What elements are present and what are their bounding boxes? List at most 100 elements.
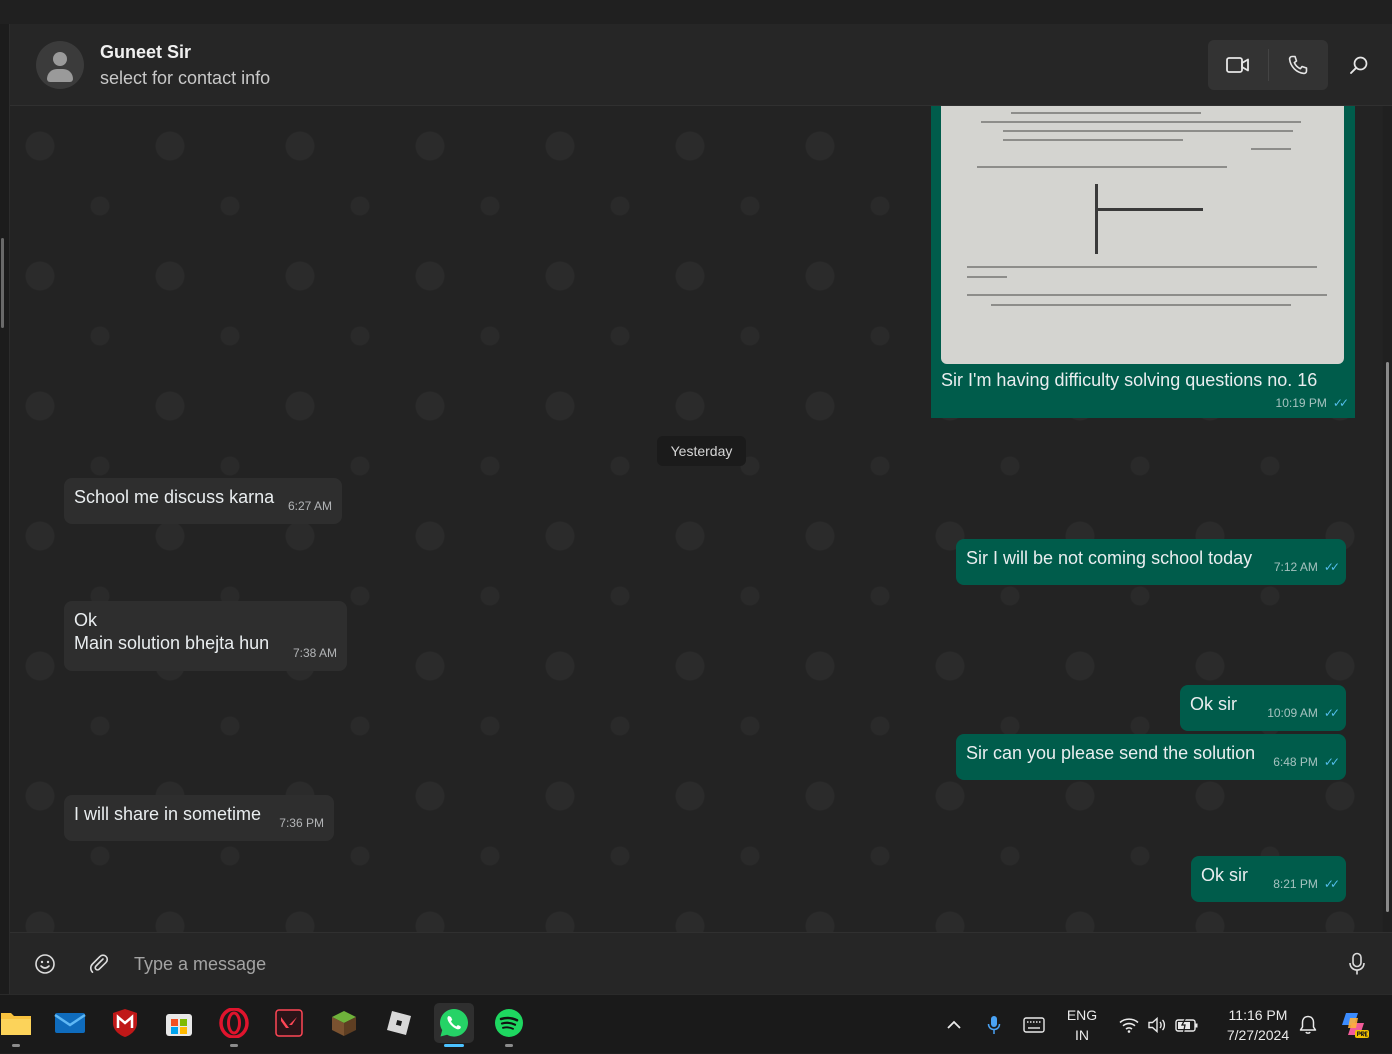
graph-axis-vertical — [1095, 184, 1098, 254]
taskbar-roblox[interactable] — [379, 1003, 419, 1043]
bell-icon — [1299, 1015, 1317, 1034]
wifi-icon — [1119, 1017, 1139, 1033]
contact-name[interactable]: Guneet Sir — [100, 42, 191, 63]
message-meta: 7:38 AM — [293, 642, 337, 665]
message-time: 7:38 AM — [292, 646, 337, 660]
message-bubble-outgoing[interactable]: Ok sir 10:09 AM ✓✓ — [1180, 685, 1346, 731]
message-bubble-outgoing[interactable]: Ok sir 8:21 PM ✓✓ — [1191, 856, 1346, 902]
voice-call-button[interactable] — [1268, 40, 1328, 90]
read-ticks-icon: ✓✓ — [1323, 877, 1340, 891]
message-time: 10:19 PM — [1275, 396, 1327, 410]
minecraft-block-icon — [332, 1011, 356, 1036]
message-list[interactable]: Sir I'm having difficulty solving questi… — [10, 106, 1382, 932]
battery-charging-icon — [1175, 1016, 1198, 1033]
message-meta: 7:12 AM ✓✓ — [1274, 556, 1340, 579]
graph-axis-horizontal — [1095, 208, 1203, 211]
message-meta: 7:36 PM — [279, 812, 324, 835]
message-meta: 10:19 PM ✓✓ — [1275, 396, 1350, 410]
copilot-icon — [1342, 1012, 1369, 1038]
emoji-icon — [35, 954, 55, 974]
message-composer — [10, 932, 1392, 994]
taskbar-file-explorer[interactable] — [0, 1003, 36, 1047]
message-meta: 6:48 PM ✓✓ — [1273, 751, 1340, 774]
message-time: 10:09 AM — [1267, 706, 1318, 720]
app-running-indicator — [505, 1044, 513, 1047]
taskbar-clock[interactable]: 11:16 PM 7/27/2024 — [1210, 1005, 1306, 1045]
chat-header[interactable]: Guneet Sir select for contact info — [10, 24, 1392, 106]
copilot-button[interactable] — [1336, 995, 1372, 1054]
emoji-button[interactable] — [32, 951, 58, 977]
microphone-tray-icon — [987, 1015, 1001, 1034]
message-input[interactable] — [134, 947, 1314, 981]
taskbar-spotify[interactable] — [489, 1003, 529, 1047]
left-scroll-thumb[interactable] — [1, 238, 4, 328]
volume-icon — [1148, 1016, 1166, 1033]
message-bubble-outgoing[interactable]: Sir can you please send the solution 6:4… — [956, 734, 1346, 780]
windows-taskbar: ENG IN 11:16 PM 7/27/2024 — [0, 994, 1392, 1053]
image-message-bubble[interactable]: Sir I'm having difficulty solving questi… — [931, 106, 1355, 418]
show-hidden-icons-button[interactable] — [942, 995, 966, 1054]
video-call-button[interactable] — [1208, 40, 1268, 90]
mcafee-shield-icon — [113, 1009, 137, 1037]
valorant-icon — [275, 1009, 303, 1037]
message-bubble-outgoing[interactable]: Sir I will be not coming school today 7:… — [956, 539, 1346, 585]
spotify-icon — [495, 1009, 523, 1037]
notifications-button[interactable] — [1296, 995, 1320, 1054]
message-bubble-incoming[interactable]: Ok Main solution bhejta hun 7:38 AM — [64, 601, 347, 671]
contact-info-hint[interactable]: select for contact info — [100, 68, 270, 89]
homework-photo[interactable] — [941, 106, 1344, 364]
call-buttons-group — [1208, 40, 1328, 90]
video-camera-icon — [1225, 57, 1249, 73]
attach-button[interactable] — [86, 951, 112, 977]
message-time: 7:36 PM — [279, 816, 324, 830]
taskbar-opera[interactable] — [214, 1003, 254, 1047]
language-region: IN — [1075, 1027, 1089, 1043]
window-title-bar — [0, 0, 1392, 24]
message-text: Ok — [74, 610, 98, 630]
message-bubble-incoming[interactable]: I will share in sometime 7:36 PM — [64, 795, 334, 841]
phone-icon — [1289, 55, 1308, 75]
message-time: 6:27 AM — [287, 499, 332, 513]
chevron-up-icon — [947, 1020, 961, 1029]
paperclip-icon — [89, 954, 109, 973]
chat-scroll-thumb[interactable] — [1386, 362, 1389, 912]
tray-microphone[interactable] — [982, 995, 1006, 1054]
avatar-head — [53, 52, 67, 66]
date-separator: Yesterday — [657, 436, 746, 466]
search-icon — [1350, 56, 1368, 74]
message-meta: 8:21 PM ✓✓ — [1273, 873, 1340, 896]
store-bag-icon — [166, 1014, 192, 1036]
tray-network-volume-battery[interactable] — [1116, 995, 1202, 1054]
taskbar-microsoft-store[interactable] — [159, 1003, 199, 1043]
taskbar-minecraft[interactable] — [324, 1003, 364, 1043]
input-language-indicator[interactable]: ENG IN — [1062, 1005, 1102, 1045]
clock-date: 7/27/2024 — [1226, 1027, 1290, 1043]
message-time: 8:21 PM — [1273, 877, 1318, 891]
chat-scrollbar[interactable] — [1383, 106, 1392, 932]
image-caption: Sir I'm having difficulty solving questi… — [941, 370, 1318, 390]
message-time: 6:48 PM — [1273, 755, 1318, 769]
read-ticks-icon: ✓✓ — [1332, 396, 1349, 410]
clock-time: 11:16 PM — [1228, 1007, 1288, 1023]
mail-icon — [54, 1013, 86, 1033]
app-active-indicator — [444, 1044, 464, 1047]
taskbar-mcafee[interactable] — [105, 1003, 145, 1043]
voice-message-button[interactable] — [1344, 951, 1370, 977]
taskbar-mail[interactable] — [50, 1003, 90, 1043]
microphone-icon — [1349, 952, 1365, 975]
taskbar-whatsapp[interactable] — [434, 1003, 474, 1047]
keyboard-icon — [1023, 1016, 1045, 1033]
read-ticks-icon: ✓✓ — [1323, 755, 1340, 769]
left-pane-edge — [0, 24, 10, 994]
read-ticks-icon: ✓✓ — [1323, 560, 1340, 574]
message-bubble-incoming[interactable]: School me discuss karna 6:27 AM — [64, 478, 342, 524]
app-running-indicator — [12, 1044, 20, 1047]
roblox-icon — [387, 1011, 411, 1035]
opera-icon — [219, 1008, 249, 1038]
search-button[interactable] — [1342, 48, 1376, 82]
tray-touch-keyboard[interactable] — [1020, 995, 1048, 1054]
taskbar-valorant[interactable] — [269, 1003, 309, 1043]
message-meta: 6:27 AM — [288, 495, 332, 518]
read-ticks-icon: ✓✓ — [1323, 706, 1340, 720]
contact-avatar[interactable] — [36, 41, 84, 89]
